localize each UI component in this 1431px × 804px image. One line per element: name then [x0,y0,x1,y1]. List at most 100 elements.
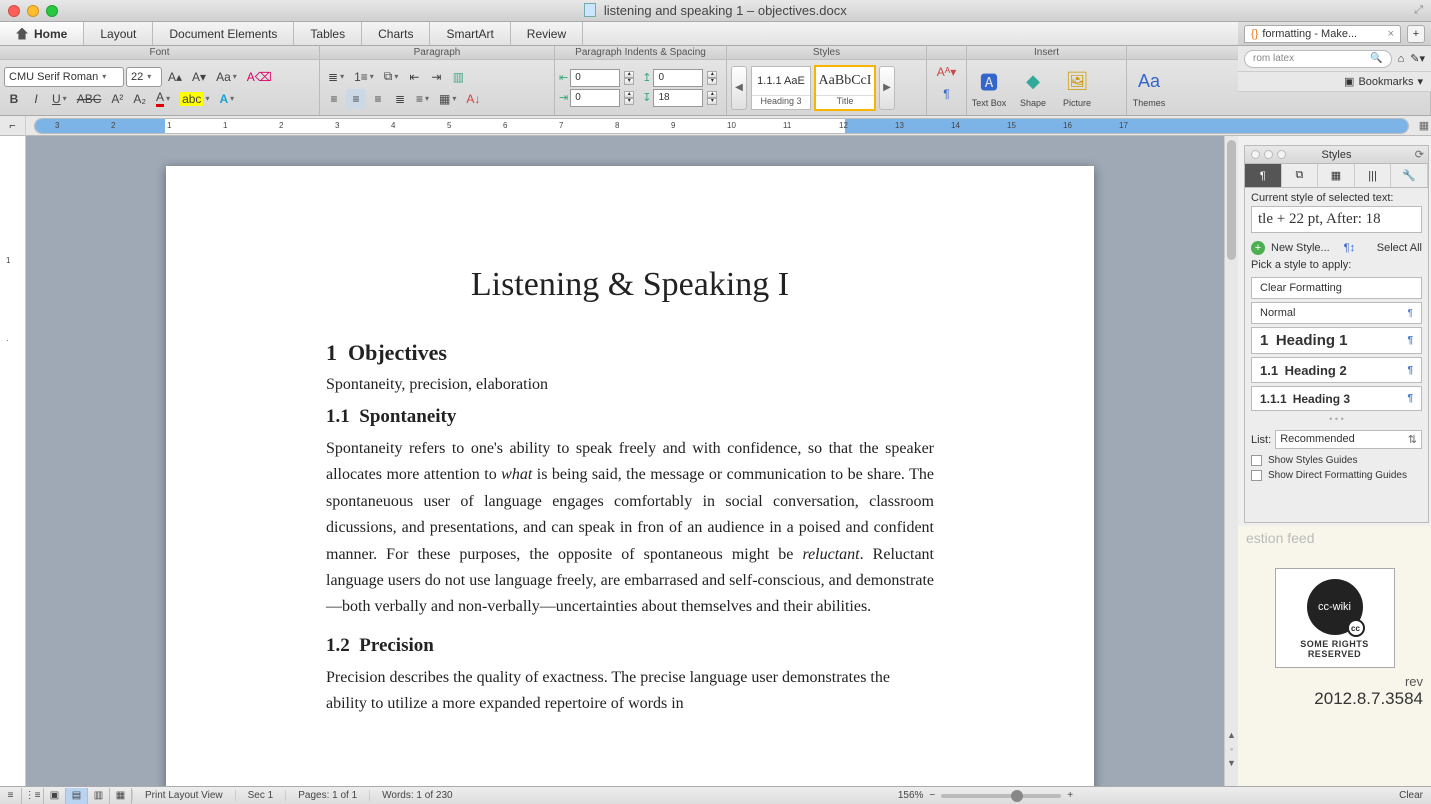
strikethrough-button[interactable]: ABC [73,89,106,109]
style-list-more[interactable]: • • • [1251,414,1422,424]
status-words[interactable]: Words: 1 of 230 [369,790,464,801]
view-print-layout-icon[interactable]: ▤ [66,788,88,804]
themes-button[interactable]: Aa Themes [1131,68,1167,108]
new-tab-button[interactable]: + [1407,25,1425,43]
select-all-button[interactable]: Select All [1377,242,1422,254]
clear-formatting-icon[interactable]: A⌫ [243,67,276,87]
insert-picture[interactable]: 🖼 Picture [1059,68,1095,108]
bookmarks-label[interactable]: Bookmarks [1358,76,1413,88]
change-styles-icon[interactable]: Aᴬ▾ [933,62,960,82]
zoom-value[interactable]: 156% [898,790,924,801]
decrease-font-icon[interactable]: A▾ [188,67,210,87]
multilevel-list-icon[interactable]: ⧉ [380,67,403,87]
sort-icon[interactable]: A↓ [462,89,484,109]
subscript-button[interactable]: A₂ [129,89,150,109]
clear-label[interactable]: Clear [1399,790,1423,801]
heading-1-2[interactable]: 1.2 Precision [326,635,934,657]
list-filter-select[interactable]: Recommended⇅ [1275,430,1422,449]
doc-title[interactable]: Listening & Speaking I [326,266,934,304]
status-section[interactable]: Sec 1 [235,790,286,801]
scrollbar-thumb[interactable] [1227,140,1236,260]
view-focus-icon[interactable]: ▦ [110,788,132,804]
close-window-icon[interactable] [8,5,20,17]
styles-pane-titlebar[interactable]: Styles ⟳ [1245,146,1428,164]
home-nav-icon[interactable]: ⌂ [1398,53,1405,65]
status-pages[interactable]: Pages: 1 of 1 [285,790,369,801]
space-after-stepper[interactable]: ▴▾ [707,91,717,105]
style-heading-3[interactable]: 1.1.1 Heading 3¶ [1251,386,1422,411]
gallery-next-icon[interactable]: ▶ [879,66,895,110]
scroll-up-arrow[interactable]: ▲ [1225,730,1238,744]
fullscreen-icon[interactable]: ⤢ [1414,4,1423,17]
shading-icon[interactable]: ▦ [435,89,460,109]
brush-icon[interactable]: ✎▾ [1410,52,1425,65]
view-draft-icon[interactable]: ≡ [0,788,22,804]
font-color-icon[interactable]: A [152,89,174,109]
cc-wiki-badge[interactable]: cc-wiki cc [1307,579,1363,635]
increase-indent-icon[interactable]: ⇥ [426,67,446,87]
styles-tab-reveal-icon[interactable]: ▦ [1318,164,1355,187]
scroll-page-icon[interactable]: ◦ [1225,744,1238,758]
vertical-ruler[interactable]: 1 · [0,136,26,786]
view-outline-icon[interactable]: ⋮≡ [22,788,44,804]
font-size-select[interactable]: 22▾ [126,67,162,87]
body-precision[interactable]: Precision describes the quality of exact… [326,665,934,718]
bold-button[interactable]: B [4,89,24,109]
pilcrow-select-icon[interactable]: ¶↕ [1344,242,1355,254]
indent-right-stepper[interactable]: ▴▾ [624,91,634,105]
plus-icon[interactable]: + [1251,241,1265,255]
tab-home[interactable]: Home [0,22,84,45]
space-before-stepper[interactable]: ▴▾ [707,71,717,85]
style-normal[interactable]: Normal¶ [1251,302,1422,324]
current-style-value[interactable]: tle + 22 pt, After: 18 [1251,206,1422,233]
zoom-in-icon[interactable]: + [1067,790,1073,801]
view-notebook-icon[interactable]: ▥ [88,788,110,804]
italic-button[interactable]: I [26,89,46,109]
styles-tab-compare-icon[interactable]: ||| [1355,164,1392,187]
tab-layout[interactable]: Layout [84,22,153,45]
space-after-input[interactable]: 18 [653,89,703,107]
zoom-slider[interactable] [941,794,1061,798]
line-spacing-icon[interactable]: ≡ [412,89,433,109]
tab-stop-selector[interactable]: ⌐ [0,116,26,136]
body-spontaneity[interactable]: Spontaneity refers to one's ability to s… [326,436,934,621]
indent-left-input[interactable]: 0 [570,69,620,87]
chevron-down-icon[interactable]: ▾ [1417,75,1423,88]
paragraph-intro[interactable]: Spontaneity, precision, elaboration [326,376,934,394]
document-canvas[interactable]: Listening & Speaking I 1 Objectives Spon… [26,136,1238,786]
scroll-down-arrow[interactable]: ▼ [1225,758,1238,772]
styles-pane-icon[interactable]: ¶ [937,84,957,104]
chk-styles-guides[interactable]: Show Styles Guides [1245,453,1428,468]
insert-textbox[interactable]: 🅰 Text Box [971,68,1007,108]
tab-tables[interactable]: Tables [294,22,362,45]
tab-review[interactable]: Review [511,22,583,45]
style-heading-2[interactable]: 1.1 Heading 2¶ [1251,357,1422,383]
styles-tab-copy-icon[interactable]: ⧉ [1282,164,1319,187]
decrease-indent-icon[interactable]: ⇤ [404,67,424,87]
align-right-icon[interactable]: ≡ [368,89,388,109]
styles-tab-paragraph-icon[interactable]: ¶ [1245,164,1282,187]
highlight-color-icon[interactable]: abc [176,89,213,109]
numbering-icon[interactable]: 1≡ [350,67,378,87]
increase-font-icon[interactable]: A▴ [164,67,186,87]
tab-charts[interactable]: Charts [362,22,430,45]
zoom-window-icon[interactable] [46,5,58,17]
view-publishing-icon[interactable]: ▣ [44,788,66,804]
columns-icon[interactable]: ▥ [448,67,468,87]
heading-1-1[interactable]: 1.1 Spontaneity [326,406,934,428]
indent-left-stepper[interactable]: ▴▾ [624,71,634,85]
align-center-icon[interactable]: ≡ [346,89,366,109]
space-before-input[interactable]: 0 [653,69,703,87]
style-title[interactable]: AaBbCcI Title [815,66,875,110]
zoom-out-icon[interactable]: − [929,790,935,801]
indent-right-input[interactable]: 0 [570,89,620,107]
style-heading3[interactable]: 1.1.1 AaE Heading 3 [751,66,811,110]
font-name-select[interactable]: CMU Serif Roman▾ [4,67,124,87]
text-effects-icon[interactable]: A [215,89,238,109]
horizontal-ruler[interactable]: 3211234567891011121314151617 [34,118,1409,134]
zoom-knob[interactable] [1011,790,1023,802]
style-clear-formatting[interactable]: Clear Formatting [1251,277,1422,299]
browser-tab[interactable]: {} formatting - Make... × [1244,25,1401,43]
chk-direct-formatting[interactable]: Show Direct Formatting Guides [1245,468,1428,483]
gallery-prev-icon[interactable]: ◀ [731,66,747,110]
